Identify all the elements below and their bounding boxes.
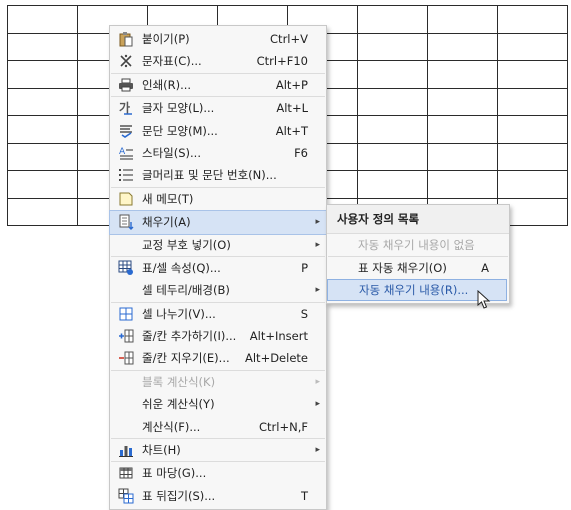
menu-item-paragraph-shape[interactable]: 문단 모양(M)... Alt+T — [110, 120, 326, 142]
submenu-item-table-auto-fill[interactable]: 표 자동 채우기(O) A — [327, 257, 509, 279]
menu-item-bullets[interactable]: 글머리표 및 문단 번호(N)... — [110, 164, 326, 186]
menu-item-label: 표/셀 속성(Q)... — [142, 260, 221, 275]
chart-icon — [119, 446, 133, 458]
menu-shortcut: Alt+T — [275, 123, 308, 138]
menu-shortcut: F6 — [294, 145, 308, 160]
menu-item-chart[interactable]: 차트(H) ▸ — [110, 439, 326, 461]
paste-icon — [119, 32, 133, 47]
menu-item-label: 표 뒤집기(S)... — [142, 488, 216, 503]
menu-shortcut: Alt+Delete — [245, 351, 308, 366]
menu-shortcut: Ctrl+V — [270, 32, 308, 46]
menu-shortcut: Ctrl+N,F — [259, 419, 308, 434]
submenu-arrow-icon: ▸ — [315, 217, 320, 228]
menu-shortcut: A — [481, 261, 489, 275]
menu-item-easy-formula[interactable]: 쉬운 계산식(Y) ▸ — [110, 393, 326, 415]
bullet-list-icon — [119, 169, 133, 182]
menu-item-fill[interactable]: 채우기(A) ▸ — [109, 210, 327, 235]
menu-shortcut: Ctrl+F10 — [256, 54, 308, 69]
menu-item-split-cell[interactable]: 셀 나누기(V)... S — [110, 303, 326, 325]
char-shape-icon: 가 — [119, 100, 132, 115]
table-flip-icon — [118, 488, 134, 504]
menu-shortcut: Alt+P — [275, 77, 308, 92]
menu-item-table-flip[interactable]: 표 뒤집기(S)... T — [110, 485, 326, 507]
delete-row-icon — [119, 351, 134, 365]
menu-item-delete-row-col[interactable]: 줄/칸 지우기(E)... Alt+Delete — [110, 347, 326, 369]
context-menu: 붙이기(P) Ctrl+V 문자표(C)... Ctrl+F10 인쇄(R)..… — [109, 25, 327, 510]
menu-item-insert-row-col[interactable]: 줄/칸 추가하기(I)... Alt+Insert — [110, 325, 326, 347]
menu-item-table-cell-props[interactable]: 표/셀 속성(Q)... P — [110, 257, 326, 279]
menu-item-label: 블록 계산식(K) — [142, 374, 216, 389]
table-gallery-icon — [119, 467, 133, 479]
mouse-pointer-icon — [477, 290, 491, 309]
menu-shortcut: P — [301, 260, 308, 275]
menu-item-label: 차트(H) — [142, 443, 181, 458]
menu-item-symbol[interactable]: 문자표(C)... Ctrl+F10 — [110, 50, 326, 72]
paragraph-shape-icon — [120, 124, 132, 138]
menu-item-label: 줄/칸 추가하기(I)... — [142, 329, 237, 344]
menu-item-proofread-marks[interactable]: 교정 부호 넣기(O) ▸ — [110, 234, 326, 256]
menu-item-print[interactable]: 인쇄(R)... Alt+P — [110, 74, 326, 96]
submenu-arrow-icon: ▸ — [315, 399, 320, 410]
menu-item-label: 새 메모(T) — [142, 191, 194, 206]
fill-icon — [119, 214, 134, 231]
split-cell-icon — [119, 307, 133, 321]
submenu-item-label: 표 자동 채우기(O) — [358, 261, 447, 275]
submenu-arrow-icon: ▸ — [315, 239, 320, 250]
submenu-arrow-icon: ▸ — [315, 445, 320, 456]
menu-item-label: 표 마당(G)... — [142, 466, 207, 481]
submenu-arrow-icon: ▸ — [315, 285, 320, 296]
menu-shortcut: S — [300, 306, 308, 321]
menu-item-label: 셀 테두리/배경(B) — [142, 283, 230, 298]
menu-item-label: 인쇄(R)... — [142, 77, 192, 92]
memo-icon — [119, 192, 133, 206]
menu-item-style[interactable]: A 스타일(S)... F6 — [110, 142, 326, 164]
symbol-icon — [120, 55, 132, 68]
menu-shortcut: Alt+Insert — [249, 329, 308, 344]
menu-item-table-gallery[interactable]: 표 마당(G)... — [110, 462, 326, 484]
menu-item-label: 문단 모양(M)... — [142, 123, 218, 138]
insert-row-icon — [119, 329, 134, 343]
menu-item-label: 글머리표 및 문단 번호(N)... — [142, 168, 277, 183]
submenu-arrow-icon: ▸ — [315, 376, 320, 387]
menu-item-label: 문자표(C)... — [142, 54, 202, 69]
menu-item-label: 셀 나누기(V)... — [142, 306, 216, 321]
fill-submenu: 사용자 정의 목록 자동 채우기 내용이 없음 표 자동 채우기(O) A 자동… — [326, 204, 510, 304]
menu-item-block-formula: 블록 계산식(K) ▸ — [110, 371, 326, 393]
menu-shortcut: T — [300, 488, 308, 503]
table-props-icon — [118, 260, 133, 275]
menu-item-new-memo[interactable]: 새 메모(T) — [110, 188, 326, 210]
menu-shortcut: Alt+L — [276, 101, 308, 116]
menu-item-label: 채우기(A) — [142, 215, 191, 230]
menu-item-label: 계산식(F)... — [142, 419, 201, 434]
menu-item-label: 줄/칸 지우기(E)... — [142, 351, 230, 366]
menu-item-label: 교정 부호 넣기(O) — [142, 237, 231, 252]
menu-item-char-shape[interactable]: 가 글자 모양(L)... Alt+L — [110, 97, 326, 119]
menu-item-formula[interactable]: 계산식(F)... Ctrl+N,F — [110, 416, 326, 438]
menu-item-label: 쉬운 계산식(Y) — [142, 397, 215, 412]
submenu-title: 사용자 정의 목록 — [327, 205, 509, 234]
menu-item-label: 붙이기(P) — [142, 32, 190, 46]
submenu-empty-text: 자동 채우기 내용이 없음 — [358, 238, 475, 252]
menu-item-label: 스타일(S)... — [142, 145, 201, 160]
menu-item-label: 글자 모양(L)... — [142, 101, 215, 116]
printer-icon — [119, 78, 133, 92]
menu-item-cell-border-bg[interactable]: 셀 테두리/배경(B) ▸ — [110, 279, 326, 301]
submenu-item-label: 자동 채우기 내용(R)... — [359, 283, 469, 297]
style-icon: A — [119, 147, 133, 160]
menu-item-paste[interactable]: 붙이기(P) Ctrl+V — [110, 28, 326, 50]
svg-text:가: 가 — [119, 100, 130, 115]
